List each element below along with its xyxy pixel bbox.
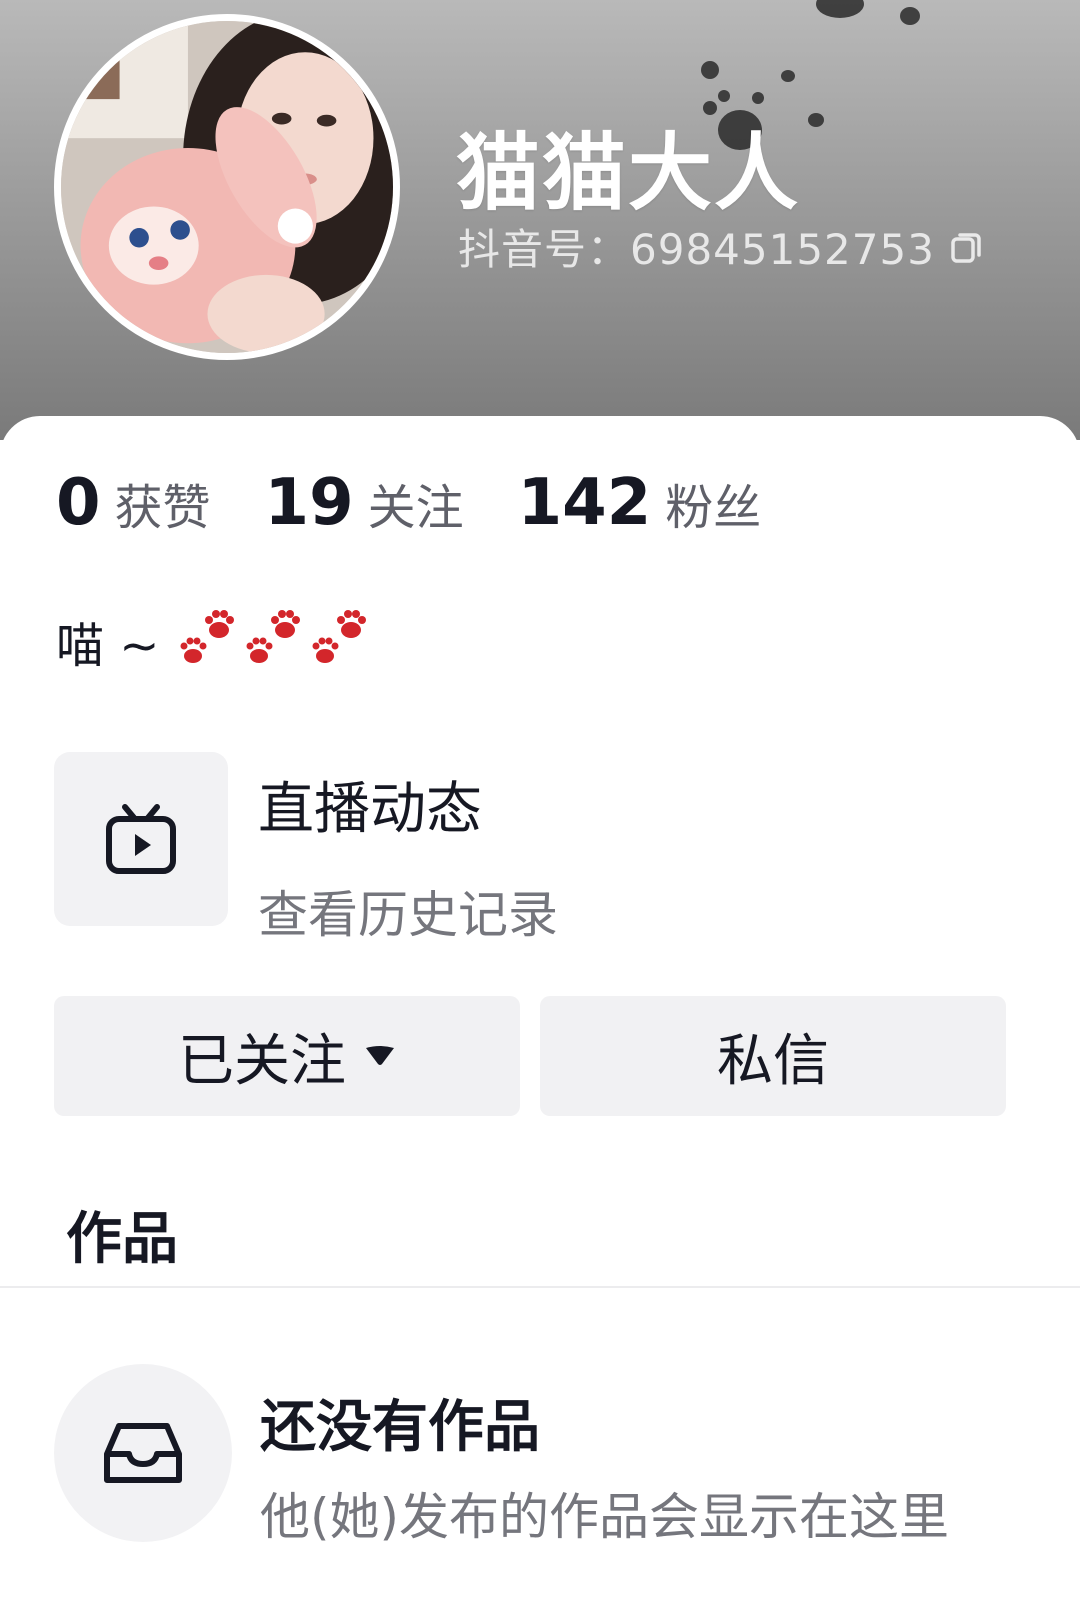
stat-label: 粉丝 (665, 480, 762, 536)
message-button[interactable]: 私信 (540, 996, 1006, 1116)
following-button[interactable]: 已关注 (54, 996, 520, 1116)
stat-followers[interactable]: 142 粉丝 (518, 466, 762, 540)
douyin-id: 抖音号：69845152753 (458, 216, 985, 277)
douyin-id-text: 抖音号：69845152753 (458, 225, 935, 274)
avatar-image (61, 21, 393, 353)
following-label: 已关注 (178, 1028, 346, 1094)
empty-icon-circle (54, 1364, 232, 1542)
stats-row: 0 获赞 19 关注 142 粉丝 (56, 466, 815, 540)
copy-icon[interactable] (949, 229, 985, 265)
profile-card: 0 获赞 19 关注 142 粉丝 喵 ~ 直播动态 查看历史记录 已关注 私信… (0, 416, 1080, 1598)
tv-play-icon (106, 804, 176, 874)
stat-label: 关注 (367, 480, 464, 536)
live-title: 直播动态 (258, 777, 482, 842)
stat-value: 19 (264, 466, 354, 540)
stat-value: 142 (517, 466, 652, 540)
live-text: 直播动态 查看历史记录 (258, 752, 558, 947)
empty-subtitle: 他(她)发布的作品会显示在这里 (260, 1488, 950, 1546)
live-icon-box (54, 752, 228, 926)
message-label: 私信 (717, 1028, 829, 1094)
stat-likes[interactable]: 0 获赞 (56, 466, 211, 540)
bio: 喵 ~ (56, 606, 375, 676)
live-subtitle: 查看历史记录 (258, 886, 558, 944)
stat-label: 获赞 (114, 480, 211, 536)
empty-text: 还没有作品 他(她)发布的作品会显示在这里 (260, 1364, 949, 1549)
stat-following[interactable]: 19 关注 (265, 466, 464, 540)
divider (0, 1286, 1080, 1288)
empty-title: 还没有作品 (260, 1395, 540, 1460)
profile-header: 猫猫大人 抖音号：69845152753 (0, 0, 1080, 440)
bio-text: 喵 ~ (56, 618, 160, 674)
inbox-icon (104, 1423, 182, 1483)
caret-down-icon (366, 1046, 394, 1065)
empty-state: 还没有作品 他(她)发布的作品会显示在这里 (54, 1364, 949, 1549)
stat-value: 0 (56, 466, 101, 540)
live-history-entry[interactable]: 直播动态 查看历史记录 (54, 752, 558, 947)
tab-works[interactable]: 作品 (66, 1194, 178, 1275)
paw-prints-emoji-icon (180, 610, 367, 663)
action-buttons: 已关注 私信 (54, 996, 1006, 1116)
nickname: 猫猫大人 (456, 124, 801, 222)
avatar[interactable] (54, 14, 400, 360)
